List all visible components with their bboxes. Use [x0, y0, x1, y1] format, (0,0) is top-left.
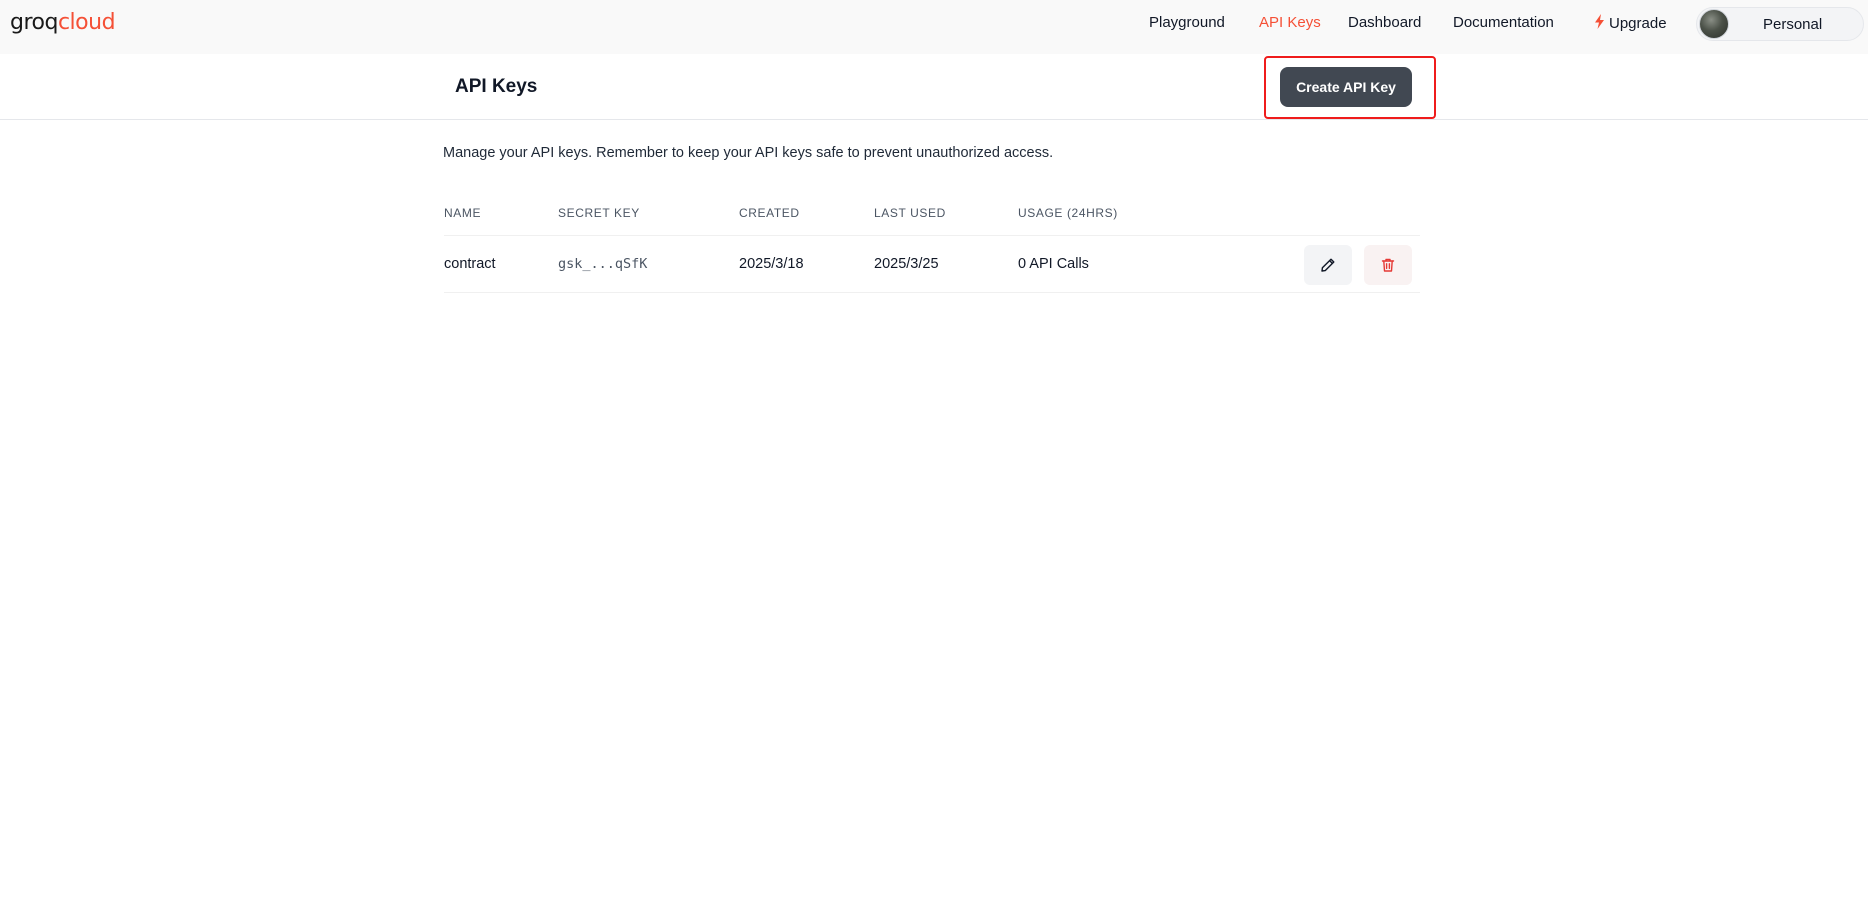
- edit-key-button[interactable]: [1304, 245, 1352, 285]
- usage-count: 0 API Calls: [1018, 256, 1089, 272]
- table-header: NAME SECRET KEY CREATED LAST USED USAGE …: [444, 196, 1420, 236]
- column-header-name: NAME: [444, 206, 482, 220]
- nav-api-keys[interactable]: API Keys: [1259, 14, 1321, 31]
- create-api-key-button[interactable]: Create API Key: [1280, 67, 1412, 107]
- organization-name: Personal: [1763, 15, 1823, 33]
- api-keys-table: NAME SECRET KEY CREATED LAST USED USAGE …: [444, 196, 1420, 293]
- groqcloud-logo[interactable]: groqcloud: [10, 10, 116, 36]
- nav-documentation[interactable]: Documentation: [1453, 14, 1554, 31]
- column-header-secret-key: SECRET KEY: [558, 206, 640, 220]
- organization-switcher[interactable]: Personal: [1696, 7, 1864, 41]
- top-navigation-bar: groqcloud Playground API Keys Dashboard …: [0, 0, 1868, 54]
- table-row: contract gsk_...qSfK 2025/3/18 2025/3/25…: [444, 236, 1420, 293]
- page-title: API Keys: [455, 76, 538, 97]
- pencil-icon: [1320, 257, 1336, 273]
- column-header-created: CREATED: [739, 206, 800, 220]
- trash-icon: [1380, 257, 1396, 273]
- logo-groq-text: groq: [10, 10, 58, 35]
- bolt-icon: [1594, 14, 1605, 33]
- nav-dashboard[interactable]: Dashboard: [1348, 14, 1421, 31]
- page-description: Manage your API keys. Remember to keep y…: [443, 145, 1054, 161]
- avatar: [1699, 9, 1729, 39]
- last-used-date: 2025/3/25: [874, 256, 939, 272]
- secret-key: gsk_...qSfK: [558, 256, 648, 272]
- delete-key-button[interactable]: [1364, 245, 1412, 285]
- created-date: 2025/3/18: [739, 256, 804, 272]
- logo-cloud-text: cloud: [57, 10, 116, 35]
- nav-upgrade[interactable]: Upgrade: [1594, 14, 1667, 33]
- column-header-usage: USAGE (24HRS): [1018, 206, 1118, 220]
- page-header: API Keys: [0, 54, 1868, 120]
- key-name: contract: [444, 256, 496, 272]
- nav-playground[interactable]: Playground: [1149, 14, 1225, 31]
- nav-upgrade-label: Upgrade: [1609, 15, 1667, 32]
- column-header-last-used: LAST USED: [874, 206, 946, 220]
